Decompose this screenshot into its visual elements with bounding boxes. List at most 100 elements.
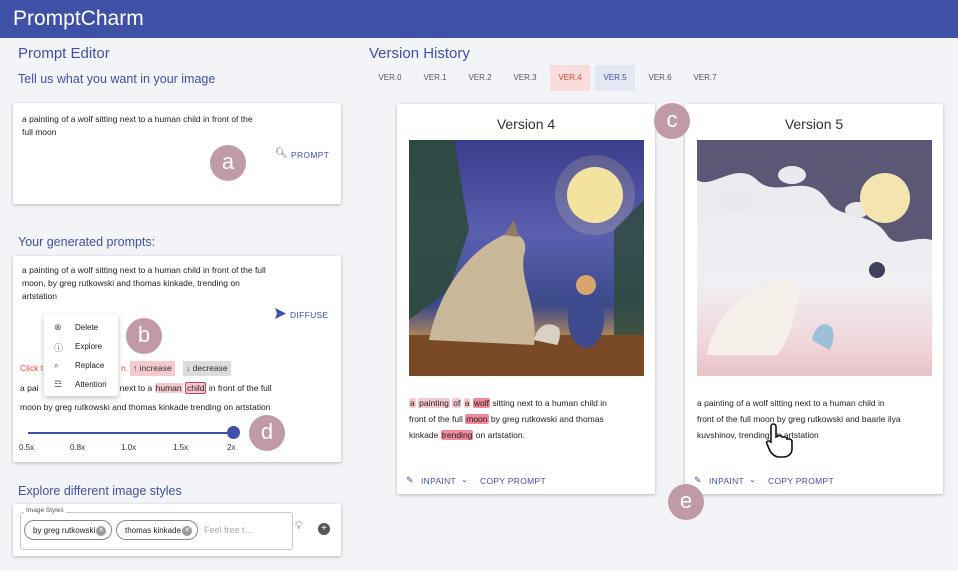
version-5-prompt-line3[interactable]: kuvshinov, trending on artstation [697,429,937,442]
chip-remove-icon[interactable]: ✕ [182,526,192,536]
copy-prompt-button[interactable]: COPY PROMPT [480,476,546,486]
attention-slider-track[interactable] [28,432,233,434]
inpaint-button[interactable]: INPAINT [421,476,456,486]
tab-ver-3[interactable]: VER.3 [505,65,545,91]
annotation-badge-b: b [126,318,162,354]
version-5-prompt-line2[interactable]: front of the full moon by greg rutkowski… [697,413,937,426]
tab-ver-7[interactable]: VER.7 [685,65,725,91]
chevron-down-icon[interactable]: ⌄ [461,475,468,484]
lightbulb-icon[interactable]: 💡︎ [295,520,303,533]
hand-pointer-icon [765,423,793,458]
style-chip-label: thomas kinkade [125,526,182,535]
version-5-card: Version 5 a painting of a wolf sitting n… [685,104,943,494]
editable-prompt-line2[interactable]: moon by greg rutkowski and thomas kinkad… [20,401,340,414]
inpaint-button[interactable]: INPAINT [709,476,744,486]
find-replace-icon: ⌕ [54,360,60,370]
prompt-text[interactable]: kinkade [409,430,438,440]
slider-tick-label: 0.5x [19,443,35,452]
image-styles-heading: Explore different image styles [18,484,182,498]
prompt-word[interactable]: sitting [492,398,514,408]
increase-button[interactable]: ↑ increase [130,361,175,376]
version-4-prompt-line1: a painting of a wolf sitting next to a h… [409,397,649,410]
prompt-text[interactable]: by greg rutkowski and thomas [491,414,604,424]
slider-tick-label: 1.5x [173,443,189,452]
prompt-word[interactable]: wolf [472,398,490,408]
send-icon [275,308,286,319]
version-5-prompt-line1[interactable]: a painting of a wolf sitting next to a h… [697,397,937,410]
menu-item-explore[interactable]: ⓘ Explore [44,338,118,356]
menu-item-label: Delete [75,323,99,332]
prompt-word[interactable]: painting [418,398,450,408]
prompt-word[interactable]: in [600,398,607,408]
menu-item-attention[interactable]: ☲ Attention [44,376,118,394]
prompt-input-card: a painting of a wolf sitting next to a h… [13,103,341,204]
version-4-prompt-line3: kinkade trending on artstation. [409,429,649,442]
version-history-heading: Version History [369,45,470,62]
version-5-illustration [697,140,932,355]
editable-word[interactable]: a pai [20,383,38,393]
version-4-prompt-line2: front of the full moon by greg rutkowski… [409,413,649,426]
version-4-card: Version 4 a painting of a wolf sitting n… [397,104,655,494]
word-child-selected[interactable]: child [184,382,207,394]
prompt-word[interactable]: a [409,398,416,408]
attention-slider-thumb[interactable] [227,426,240,439]
annotation-badge-e: e [668,484,704,520]
version-4-image[interactable] [409,140,644,376]
generated-prompts-heading: Your generated prompts: [18,235,156,249]
prompt-word[interactable]: moon [465,414,489,424]
image-styles-field-label: Image Styles [24,507,66,514]
prompt-word[interactable]: next [517,398,533,408]
style-chip[interactable]: by greg rutkowski ✕ [24,520,112,540]
tab-ver-1[interactable]: VER.1 [415,65,455,91]
click-hint-end: n. [121,363,129,373]
annotation-badge-d: d [249,415,285,451]
tab-ver-2[interactable]: VER.2 [460,65,500,91]
add-circle-icon[interactable]: + [318,523,330,535]
diffuse-button[interactable]: DIFFUSE [290,310,328,320]
tab-ver-4[interactable]: VER.4 [550,65,590,91]
image-styles-input-placeholder[interactable]: Feel free t... [204,525,252,535]
word-human-highlight[interactable]: human [154,383,183,393]
app-bar: PromptCharm [0,0,958,38]
click-hint-start: Click t [20,363,44,373]
prompt-text[interactable]: front of the full [409,414,463,424]
prompt-word[interactable]: child [580,398,597,408]
decrease-button[interactable]: ↓ decrease [183,361,231,376]
slider-tick-label: 2x [227,443,236,452]
chevron-down-icon[interactable]: ⌄ [749,475,756,484]
copy-prompt-button[interactable]: COPY PROMPT [768,476,834,486]
editable-word[interactable]: in front of the full [209,383,272,393]
style-chip[interactable]: thomas kinkade ✕ [116,520,198,540]
prompt-word[interactable]: a [463,398,471,408]
menu-item-replace[interactable]: ⌕ Replace [44,357,118,375]
prompt-word[interactable]: trending [440,430,474,440]
menu-item-label: Explore [75,342,103,351]
delete-circle-icon: ⊗ [54,322,62,332]
prompt-input[interactable]: a painting of a wolf sitting next to a h… [22,113,262,139]
prompt-word[interactable]: of [452,398,462,408]
prompt-word[interactable]: a [545,398,550,408]
version-5-title: Version 5 [784,116,844,132]
search-icon: 🔍︎ [275,148,288,159]
version-4-illustration [409,140,644,376]
app-title: PromptCharm [13,7,144,30]
prompt-word[interactable]: to [535,398,542,408]
tab-ver-0[interactable]: VER.0 [370,65,410,91]
prompt-word[interactable]: human [552,398,578,408]
tab-ver-6[interactable]: VER.6 [640,65,680,91]
word-context-menu: ⊗ Delete ⓘ Explore ⌕ Replace ☲ Attention [44,314,118,396]
style-chip-label: by greg rutkowski [33,526,96,535]
inpaint-icon: ✎ [694,475,702,485]
prompt-text[interactable]: on artstation. [476,430,525,440]
prompt-editor-heading: Prompt Editor [18,45,110,62]
chip-remove-icon[interactable]: ✕ [96,526,106,536]
tab-ver-5[interactable]: VER.5 [595,65,635,91]
slider-tick-label: 0.8x [70,443,86,452]
menu-item-delete[interactable]: ⊗ Delete [44,319,118,337]
version-4-title: Version 4 [496,116,556,132]
menu-item-label: Replace [75,361,105,370]
help-circle-icon: ⓘ [54,343,64,353]
prompt-button[interactable]: PROMPT [291,150,329,160]
inpaint-icon: ✎ [406,475,414,485]
version-5-image[interactable] [697,140,932,376]
